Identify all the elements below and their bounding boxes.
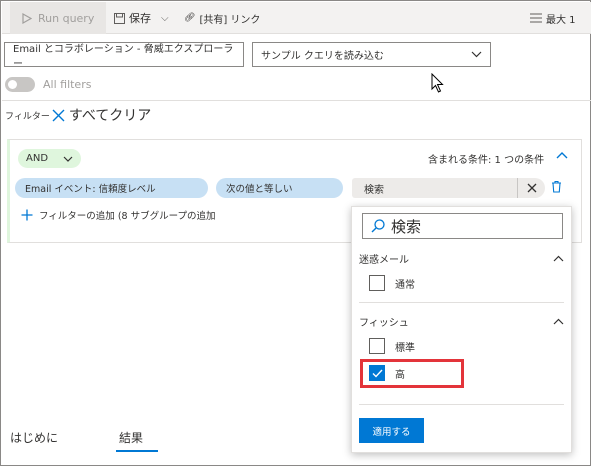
filters-header: フィルター すべてクリア <box>5 105 151 125</box>
mouse-cursor-icon <box>431 73 444 93</box>
active-tab-indicator <box>116 450 158 452</box>
group-label: フィッシュ <box>359 318 409 329</box>
clear-all-label: すべてクリア <box>68 108 152 124</box>
all-filters-toggle-row: All filters <box>5 77 91 92</box>
option-normal[interactable]: 通常 <box>369 275 415 291</box>
option-label: 通常 <box>395 279 415 291</box>
divider <box>2 100 591 101</box>
chevron-up-icon <box>553 255 564 262</box>
app-window: Run query 保存 ⌵ 🔗︎ [共有] リンク 最大 1 Email とコ… <box>0 0 591 466</box>
filters-label: フィルター <box>5 111 50 122</box>
highlight-box <box>360 359 464 388</box>
close-icon <box>52 109 65 121</box>
checkbox[interactable] <box>369 338 385 354</box>
filter-value-input[interactable]: 検索 <box>352 178 545 198</box>
tab-results[interactable]: 結果 <box>119 429 143 446</box>
save-label: 保存 <box>129 12 151 25</box>
link-icon: 🔗︎ <box>184 13 196 23</box>
save-icon <box>114 12 125 24</box>
chevron-up-icon <box>553 318 564 325</box>
chevron-up-icon[interactable] <box>556 151 568 159</box>
value-dropdown: 検索 迷惑メール 通常 フィッシュ 標準 高 適用する <box>351 206 572 453</box>
divider <box>359 302 564 303</box>
checkbox[interactable] <box>369 275 385 291</box>
sample-query-select[interactable]: サンプル クエリを読み込む <box>252 42 491 67</box>
filter-value-text: 検索 <box>364 184 384 196</box>
data-source-select[interactable]: Email とコラボレーション - 脅威エクスプローラー <box>4 42 244 70</box>
option-label: 標準 <box>395 342 415 354</box>
clear-value-button[interactable] <box>517 178 545 198</box>
filter-field-label: Email イベント: 信頼度レベル <box>25 184 156 195</box>
filter-comparison-label: 次の値と等しい <box>226 184 293 195</box>
sample-query-value: サンプル クエリを読み込む <box>261 51 384 62</box>
save-button[interactable]: 保存 ⌵ <box>114 2 169 34</box>
chevron-down-icon <box>471 51 482 58</box>
condition-count: 含まれる条件: 1 つの条件 <box>428 155 545 166</box>
operator-value: AND <box>26 153 49 164</box>
trash-icon[interactable] <box>551 180 562 193</box>
max-results-label: 最大 1 <box>546 14 576 26</box>
operator-select[interactable]: AND <box>18 149 81 168</box>
apply-button[interactable]: 適用する <box>359 418 424 443</box>
all-filters-toggle[interactable] <box>5 77 35 92</box>
option-standard[interactable]: 標準 <box>369 338 415 354</box>
add-filter-label: フィルターの追加 (8 サブグループの追加 <box>39 211 216 222</box>
dropdown-search-placeholder: 検索 <box>391 217 422 236</box>
run-query-button[interactable]: Run query <box>10 2 106 34</box>
divider <box>359 404 564 405</box>
search-icon <box>371 219 385 233</box>
group-label: 迷惑メール <box>359 255 409 266</box>
tab-intro[interactable]: はじめに <box>10 429 58 446</box>
list-icon <box>530 13 542 23</box>
close-icon <box>527 183 536 193</box>
group-header-spam[interactable]: 迷惑メール <box>359 251 564 266</box>
data-source-value: Email とコラボレーション - 脅威エクスプローラー <box>13 43 234 70</box>
chevron-down-icon[interactable]: ⌵ <box>161 13 169 24</box>
group-header-phish[interactable]: フィッシュ <box>359 314 564 329</box>
share-link-label: [共有] リンク <box>199 14 261 26</box>
filter-comparison-pill[interactable]: 次の値と等しい <box>216 178 343 198</box>
plus-icon <box>21 209 33 221</box>
dropdown-search-input[interactable]: 検索 <box>362 213 563 239</box>
add-filter-button[interactable]: フィルターの追加 (8 サブグループの追加 <box>21 208 216 222</box>
filter-field-pill[interactable]: Email イベント: 信頼度レベル <box>15 178 208 198</box>
toolbar: Run query 保存 ⌵ 🔗︎ [共有] リンク 最大 1 <box>2 2 591 34</box>
share-link-button[interactable]: 🔗︎ [共有] リンク <box>184 2 260 34</box>
max-results-button[interactable]: 最大 1 <box>530 2 576 34</box>
all-filters-label: All filters <box>43 78 92 91</box>
chevron-down-icon <box>63 156 73 162</box>
run-query-label: Run query <box>38 11 95 25</box>
play-icon <box>22 12 32 24</box>
clear-all-button[interactable]: すべてクリア <box>52 105 151 125</box>
